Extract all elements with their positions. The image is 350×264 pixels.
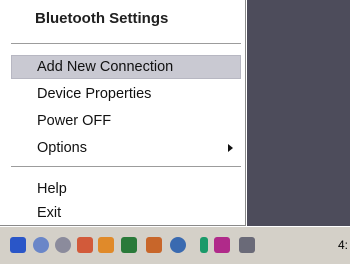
menu-item-device-properties[interactable]: Device Properties: [11, 82, 241, 106]
menu-item-add-new-connection[interactable]: Add New Connection: [11, 55, 241, 79]
butterfly-icon[interactable]: [98, 237, 114, 253]
app-icon[interactable]: [214, 237, 230, 253]
gallery-icon[interactable]: [146, 237, 162, 253]
menu-item-power-off[interactable]: Power OFF: [11, 109, 241, 133]
arrow-icon[interactable]: [200, 237, 208, 253]
desktop-background: [247, 0, 350, 226]
bluetooth-icon[interactable]: [10, 237, 26, 253]
menu-item-label: Exit: [37, 205, 62, 221]
menu-item-label: Device Properties: [37, 86, 152, 102]
taskbar-tray: 4:: [0, 226, 350, 264]
bluetooth-context-menu: Bluetooth Settings Add New Connection De…: [0, 0, 246, 226]
speaker-icon[interactable]: [55, 237, 71, 253]
menu-title: Bluetooth Settings: [35, 10, 169, 27]
storage-icon[interactable]: [239, 237, 255, 253]
menu-item-exit[interactable]: Exit: [11, 201, 241, 225]
tools-icon[interactable]: [77, 237, 93, 253]
menu-separator: [11, 43, 241, 45]
menu-item-options[interactable]: Options: [11, 136, 241, 160]
menu-item-label: Add New Connection: [37, 59, 174, 75]
menu-item-label: Help: [37, 181, 67, 197]
display-icon[interactable]: [121, 237, 137, 253]
search-icon[interactable]: [170, 237, 186, 253]
network-icon[interactable]: [33, 237, 49, 253]
menu-separator: [11, 166, 241, 168]
menu-item-help[interactable]: Help: [11, 177, 241, 201]
submenu-arrow-icon: [228, 144, 233, 152]
menu-item-label: Power OFF: [37, 113, 112, 129]
menu-item-label: Options: [37, 140, 87, 156]
tray-clock: 4:: [338, 238, 349, 252]
